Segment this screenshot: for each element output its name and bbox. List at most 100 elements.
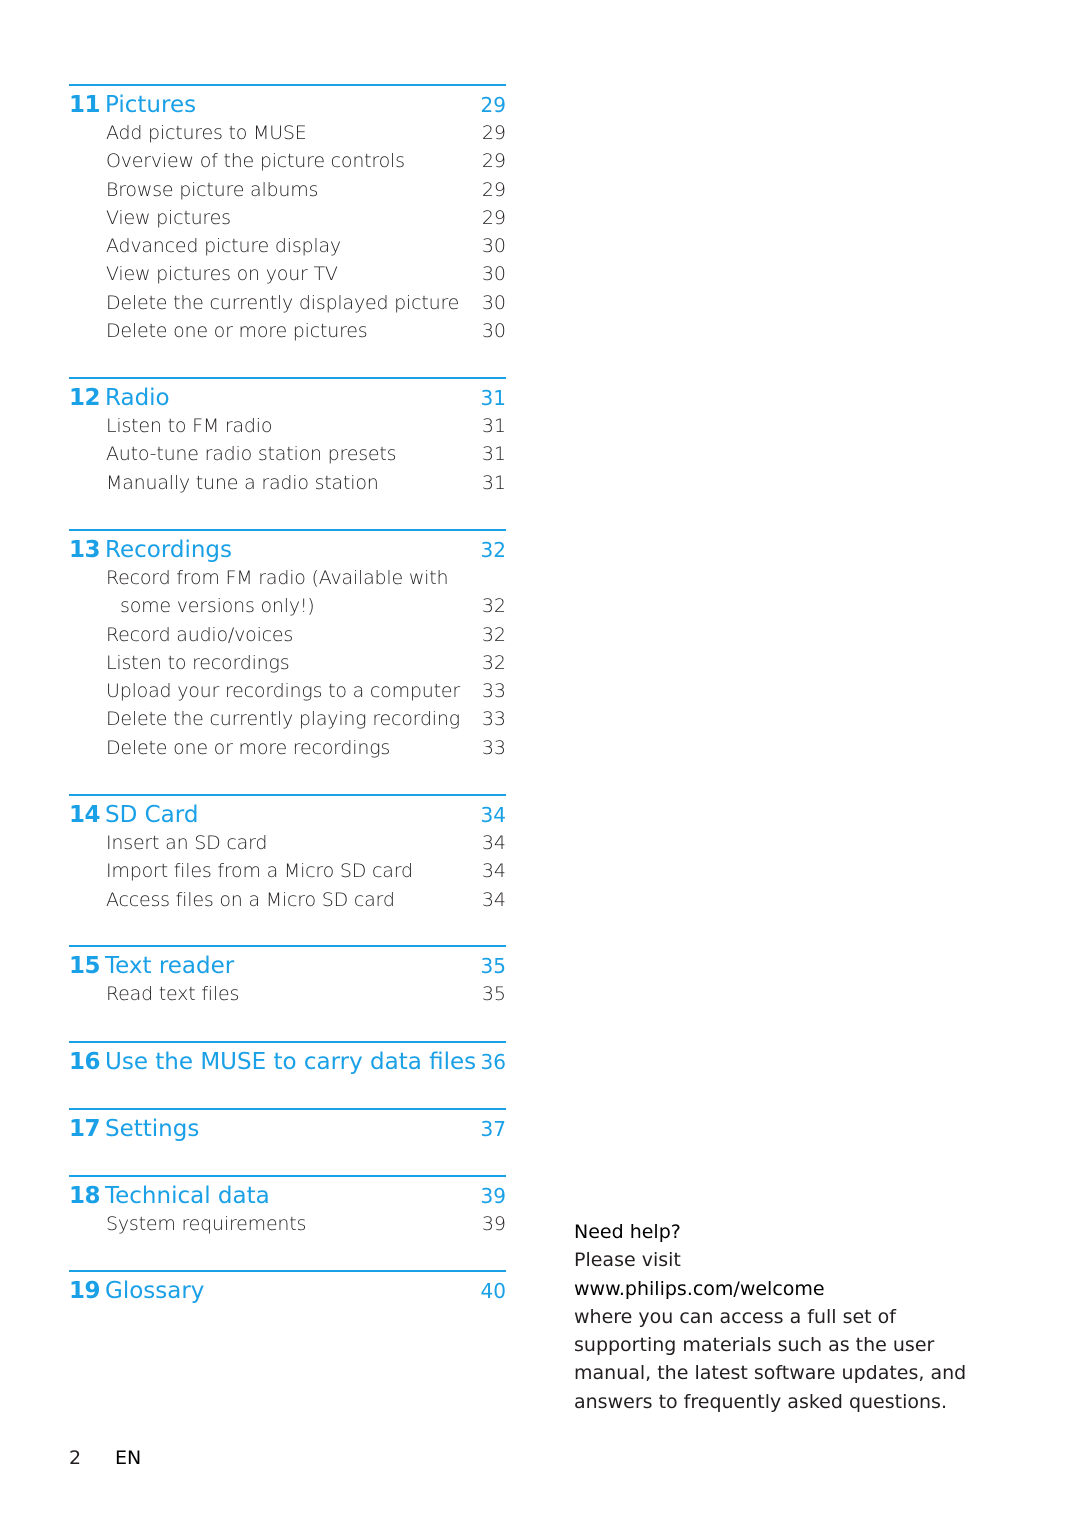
chapter-page-number: 36	[480, 1050, 506, 1074]
entry-title: Browse picture albums	[106, 178, 319, 201]
entry-page-number: 34	[481, 888, 506, 911]
toc-entry[interactable]: Import files from a Micro SD card 34	[69, 860, 506, 888]
entry-title: Manually tune a radio station	[106, 471, 379, 494]
entry-page-number: 30	[481, 320, 506, 343]
entry-title: Import files from a Micro SD card	[106, 860, 413, 883]
chapter-title: Settings	[105, 1116, 200, 1142]
toc-entry[interactable]: Record audio/voices 32	[69, 624, 506, 652]
toc-entry[interactable]: View pictures 29	[69, 207, 506, 235]
chapter-page-number: 40	[480, 1279, 506, 1303]
help-intro: Please visit	[574, 1249, 681, 1272]
entry-page-number: 30	[481, 235, 506, 258]
entry-page-number: 34	[481, 860, 506, 883]
toc-chapter-link[interactable]: 17 Settings 37	[69, 1116, 506, 1146]
chapter-title: Glossary	[105, 1278, 205, 1304]
chapter-number: 15	[69, 953, 101, 979]
entry-title: Advanced picture display	[106, 235, 341, 258]
toc-entry[interactable]: Browse picture albums 29	[69, 179, 506, 207]
chapter-page-number: 32	[480, 538, 506, 562]
toc-entry[interactable]: Read text files 35	[69, 983, 506, 1011]
toc-chapter-link[interactable]: 18 Technical data 39	[69, 1183, 506, 1213]
entry-title: View pictures	[106, 206, 231, 229]
toc-entry[interactable]: View pictures on your TV 30	[69, 263, 506, 291]
toc-chapter-link[interactable]: 16 Use the MUSE to carry data files 36	[69, 1049, 506, 1079]
entry-title: Access files on a Micro SD card	[106, 888, 395, 911]
toc-entry[interactable]: System requirements 39	[69, 1213, 506, 1241]
entry-title: System requirements	[106, 1213, 307, 1235]
entry-page-number: 33	[481, 680, 506, 703]
entry-title: Overview of the picture controls	[106, 150, 405, 173]
entry-page-number: 35	[481, 983, 506, 1005]
toc-section: 18 Technical data 39 System requirements 39	[69, 1175, 506, 1241]
toc-entry[interactable]: Listen to FM radio 31	[69, 415, 506, 443]
entry-page-number: 33	[481, 736, 506, 759]
chapter-number: 18	[69, 1183, 101, 1209]
toc-entry[interactable]: Insert an SD card 34	[69, 832, 506, 860]
toc-section: 19 Glossary 40	[69, 1270, 506, 1308]
entry-title: Delete the currently displayed picture	[106, 291, 460, 314]
entry-page-number: 32	[481, 595, 506, 618]
entry-title: Delete one or more pictures	[106, 320, 368, 343]
chapter-title: Pictures	[105, 92, 197, 118]
toc-section: 14 SD Card 34 Insert an SD card 34 Import fil…	[69, 794, 506, 917]
toc-entry[interactable]: Record from FM radio (Available with	[69, 567, 506, 595]
toc-entry[interactable]: Delete one or more pictures 30	[69, 320, 506, 348]
entry-title: Auto-tune radio station presets	[106, 443, 397, 466]
toc-entry[interactable]: Manually tune a radio station 31	[69, 472, 506, 500]
toc-chapter-link[interactable]: 19 Glossary 40	[69, 1278, 506, 1308]
entry-page-number: 33	[481, 708, 506, 731]
toc-chapter-link[interactable]: 14 SD Card 34	[69, 802, 506, 832]
toc-section: 13 Recordings 32 Record from FM radio (Avai…	[69, 529, 506, 765]
help-box: Need help? Please visit www.philips.com/…	[574, 1218, 1004, 1416]
entry-page-number: 31	[481, 415, 506, 437]
help-body: where you can access a full set of suppo…	[574, 1305, 967, 1413]
help-url-link[interactable]: www.philips.com/welcome	[574, 1275, 1004, 1303]
toc-entry[interactable]: Delete one or more recordings 33	[69, 737, 506, 765]
toc-section: 17 Settings 37	[69, 1108, 506, 1146]
toc-chapter-link[interactable]: 13 Recordings 32	[69, 537, 506, 567]
toc-section: 11 Pictures 29 Add pictures to MUSE 29 Overvi…	[69, 84, 506, 348]
toc-section: 16 Use the MUSE to carry data files 36	[69, 1041, 506, 1079]
toc-entry[interactable]: Delete the currently displayed picture 30	[69, 292, 506, 320]
entry-title: Read text files	[106, 983, 240, 1005]
chapter-number: 13	[69, 537, 101, 563]
entry-title: Delete one or more recordings	[106, 736, 391, 759]
entry-title: Add pictures to MUSE	[106, 122, 307, 144]
chapter-page-number: 31	[480, 386, 506, 410]
toc-section: 15 Text reader 35 Read text files 35	[69, 945, 506, 1011]
chapter-page-number: 34	[480, 803, 506, 827]
chapter-number: 16	[69, 1049, 101, 1075]
toc-entry[interactable]: Advanced picture display 30	[69, 235, 506, 263]
toc-entry[interactable]: Auto-tune radio station presets 31	[69, 443, 506, 471]
toc-section: 12 Radio 31 Listen to FM radio 31 Auto-tune r…	[69, 377, 506, 500]
toc-entry[interactable]: Delete the currently playing recording 33	[69, 708, 506, 736]
toc-entry[interactable]: Access files on a Micro SD card 34	[69, 889, 506, 917]
entry-page-number: 30	[481, 263, 506, 286]
toc-chapter-link[interactable]: 12 Radio 31	[69, 385, 506, 415]
entry-title: Delete the currently playing recording	[106, 708, 460, 731]
page-number: 2	[69, 1447, 82, 1469]
entry-title: Record from FM radio (Available with	[106, 567, 449, 589]
entry-page-number: 29	[481, 206, 506, 229]
entry-title: View pictures on your TV	[106, 263, 338, 286]
toc-entry[interactable]: Listen to recordings 32	[69, 652, 506, 680]
chapter-title: Text reader	[105, 953, 235, 979]
entry-title: Listen to recordings	[106, 651, 290, 674]
chapter-title: SD Card	[105, 802, 199, 828]
entry-page-number: 31	[481, 471, 506, 494]
toc-chapter-link[interactable]: 11 Pictures 29	[69, 92, 506, 122]
toc-entry[interactable]: Add pictures to MUSE 29	[69, 122, 506, 150]
entry-page-number: 39	[481, 1213, 506, 1235]
chapter-number: 19	[69, 1278, 101, 1304]
help-heading: Need help?	[574, 1221, 681, 1243]
chapter-number: 12	[69, 385, 101, 411]
entry-title: some versions only!)	[120, 595, 315, 618]
toc-entry[interactable]: Overview of the picture controls 29	[69, 150, 506, 178]
entry-title: Record audio/voices	[106, 623, 294, 646]
chapter-number: 11	[69, 92, 101, 118]
toc-entry[interactable]: Upload your recordings to a computer 33	[69, 680, 506, 708]
chapter-page-number: 37	[480, 1117, 506, 1141]
entry-page-number: 31	[481, 443, 506, 466]
toc-entry[interactable]: some versions only!) 32	[69, 595, 506, 623]
toc-chapter-link[interactable]: 15 Text reader 35	[69, 953, 506, 983]
